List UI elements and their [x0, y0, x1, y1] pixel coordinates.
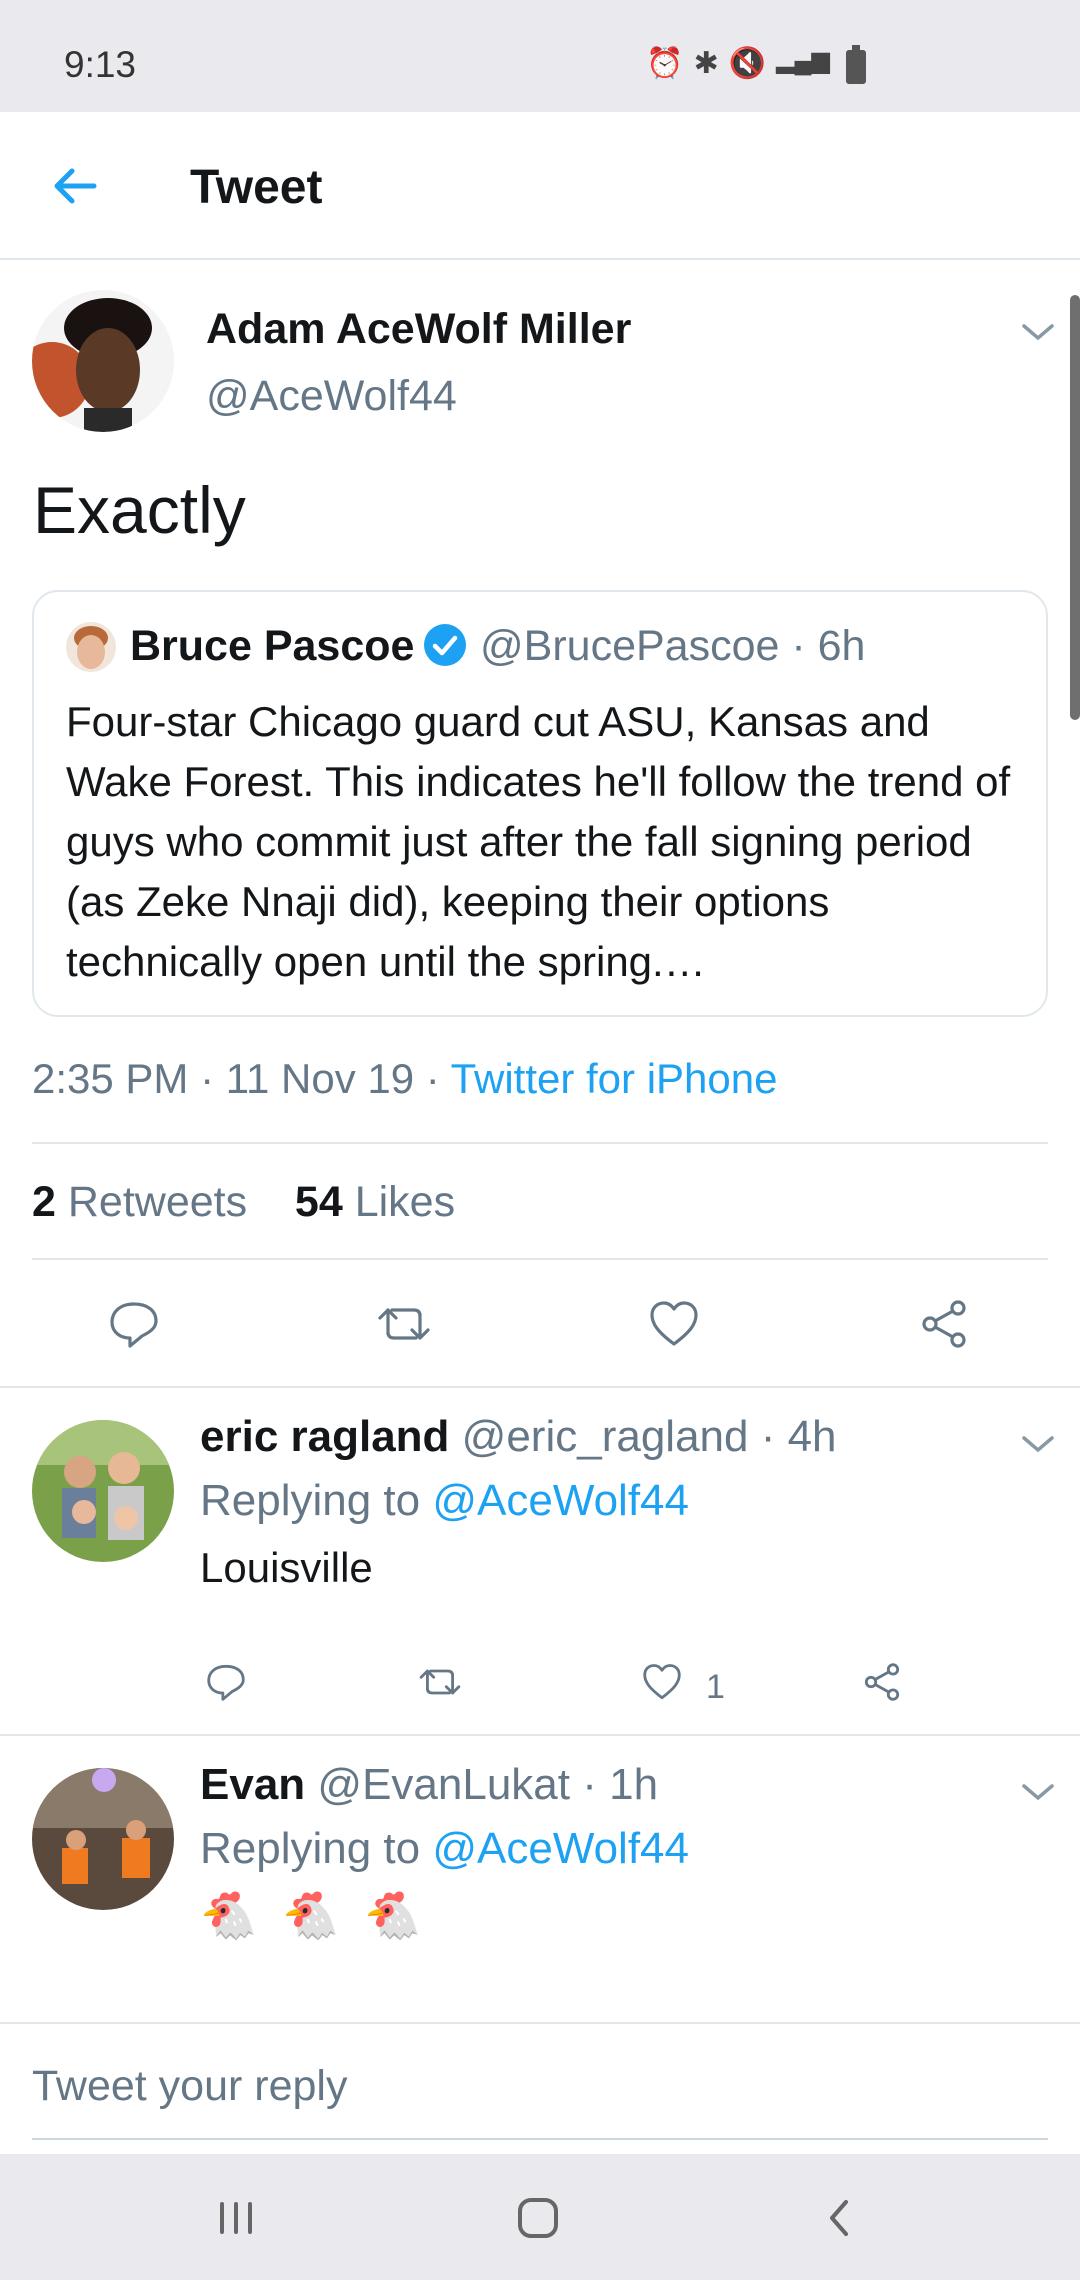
- share-icon[interactable]: [860, 1660, 904, 1704]
- tweet-author-name[interactable]: Adam AceWolf Miller: [206, 305, 631, 354]
- reply-author-name[interactable]: eric ragland: [200, 1412, 449, 1461]
- bluetooth-icon: ✱: [693, 47, 719, 80]
- tweet-author-handle[interactable]: @AceWolf44: [206, 372, 457, 421]
- home-icon[interactable]: [510, 2190, 566, 2246]
- retweet-icon[interactable]: [418, 1660, 462, 1704]
- like-heart-icon[interactable]: [646, 1296, 702, 1352]
- reply-input-placeholder[interactable]: Tweet your reply: [32, 2062, 347, 2111]
- chevron-down-icon[interactable]: [1020, 1780, 1056, 1804]
- share-icon[interactable]: [916, 1296, 972, 1352]
- reply-text: 🐔 🐔 🐔: [200, 1889, 428, 1941]
- quoted-author-name[interactable]: Bruce Pascoe: [130, 622, 414, 671]
- reply-composer[interactable]: Tweet your reply: [0, 2022, 1080, 2154]
- battery-icon: [846, 45, 866, 84]
- tweet-time: 2:35 PM · 11 Nov 19 ·: [32, 1055, 451, 1102]
- status-time: 9:13: [64, 44, 137, 85]
- reply-author-name[interactable]: Evan: [200, 1760, 305, 1809]
- reply-icon[interactable]: [106, 1296, 162, 1352]
- divider: [0, 1734, 1080, 1736]
- input-underline: [32, 2138, 1048, 2140]
- tweet-source-link[interactable]: Twitter for iPhone: [451, 1055, 778, 1102]
- quoted-tweet-text: Four-star Chicago guard cut ASU, Kansas …: [66, 698, 1011, 985]
- signal-icon: ▂▄▆: [776, 47, 830, 74]
- retweet-icon[interactable]: [376, 1296, 432, 1352]
- status-bar: 9:13 ⏰ ✱ 🔇 ▂▄▆: [0, 0, 1080, 112]
- page-title: Tweet: [190, 161, 323, 214]
- verified-badge-icon: [422, 622, 468, 668]
- avatar[interactable]: [32, 1768, 174, 1910]
- reply-author[interactable]: eric ragland @eric_ragland · 4h: [200, 1412, 837, 1462]
- likes-count[interactable]: 54: [295, 1178, 343, 1226]
- replying-to-prefix: Replying to: [200, 1824, 433, 1873]
- mute-icon: 🔇: [728, 47, 767, 80]
- divider: [32, 1258, 1048, 1260]
- divider: [0, 1386, 1080, 1388]
- retweets-label[interactable]: Retweets: [68, 1178, 247, 1226]
- quoted-tweet[interactable]: Bruce Pascoe @BrucePascoe · 6h Four-star…: [32, 590, 1048, 1017]
- system-nav-bar: [0, 2154, 1080, 2280]
- scrollbar[interactable]: [1070, 295, 1080, 720]
- reply-author-meta[interactable]: @EvanLukat · 1h: [317, 1760, 658, 1809]
- chevron-down-icon[interactable]: [1020, 1432, 1056, 1456]
- tweet-text: Exactly: [33, 473, 246, 547]
- status-icons: ⏰ ✱ 🔇 ▂▄▆: [646, 46, 830, 81]
- like-heart-icon[interactable]: [640, 1660, 684, 1704]
- replying-to-prefix: Replying to: [200, 1476, 433, 1525]
- avatar[interactable]: [32, 1420, 174, 1562]
- retweets-count[interactable]: 2: [32, 1178, 56, 1226]
- likes-label[interactable]: Likes: [355, 1178, 455, 1226]
- back-icon[interactable]: [812, 2190, 868, 2246]
- reply-icon[interactable]: [204, 1660, 248, 1704]
- like-count: 1: [706, 1668, 725, 1706]
- replying-to-mention[interactable]: @AceWolf44: [432, 1476, 689, 1525]
- replying-to-mention[interactable]: @AceWolf44: [432, 1824, 689, 1873]
- recent-apps-icon[interactable]: [208, 2190, 264, 2246]
- reply-author[interactable]: Evan @EvanLukat · 1h: [200, 1760, 658, 1810]
- app-header: Tweet: [0, 112, 1080, 260]
- alarm-icon: ⏰: [646, 47, 684, 80]
- engagement-counts: 2 Retweets 54 Likes: [32, 1178, 455, 1227]
- reply-text: Louisville: [200, 1544, 373, 1591]
- quoted-avatar[interactable]: [66, 622, 116, 672]
- reply-author-meta[interactable]: @eric_ragland · 4h: [462, 1412, 837, 1461]
- quoted-author-handle[interactable]: @BrucePascoe · 6h: [480, 622, 865, 671]
- back-arrow-icon[interactable]: [46, 156, 106, 216]
- replying-to: Replying to @AceWolf44: [200, 1824, 689, 1874]
- chevron-down-icon[interactable]: [1020, 320, 1056, 344]
- replying-to: Replying to @AceWolf44: [200, 1476, 689, 1526]
- tweet-timestamp: 2:35 PM · 11 Nov 19 · Twitter for iPhone: [32, 1055, 777, 1103]
- avatar[interactable]: [32, 290, 174, 432]
- divider: [32, 1142, 1048, 1144]
